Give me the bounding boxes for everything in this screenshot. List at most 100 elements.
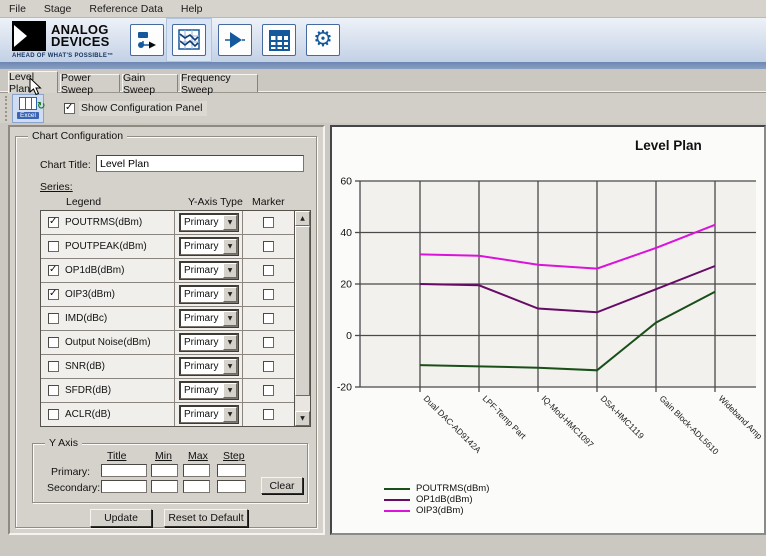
chart-title-input[interactable] bbox=[96, 155, 304, 172]
stage-diagram-icon[interactable] bbox=[130, 24, 164, 56]
chevron-down-icon[interactable]: ▼ bbox=[223, 239, 237, 254]
main-toolbar: ANALOG DEVICES AHEAD OF WHAT'S POSSIBLE™ bbox=[0, 18, 766, 62]
chevron-down-icon[interactable]: ▼ bbox=[223, 335, 237, 350]
y-axis-type-dropdown[interactable]: Primary▼ bbox=[180, 310, 238, 327]
chevron-down-icon[interactable]: ▼ bbox=[223, 287, 237, 302]
series-label: ACLR(dB) bbox=[65, 409, 111, 420]
scroll-down-arrow-icon[interactable]: ▼ bbox=[295, 411, 310, 426]
marker-checkbox[interactable] bbox=[263, 289, 274, 300]
marker-checkbox[interactable] bbox=[263, 313, 274, 324]
tab-label: Power Sweep bbox=[61, 72, 119, 96]
toolbar-grip-handle[interactable] bbox=[5, 96, 8, 121]
update-button-label: Update bbox=[104, 512, 138, 524]
y-axis-type-value: Primary bbox=[184, 217, 218, 228]
y-axis-type-value: Primary bbox=[184, 289, 218, 300]
svg-text:Gain Block-ADL5610: Gain Block-ADL5610 bbox=[658, 393, 721, 456]
marker-checkbox[interactable] bbox=[263, 337, 274, 348]
series-enabled-checkbox[interactable] bbox=[48, 361, 59, 372]
tab-frequency-sweep[interactable]: Frequency Sweep bbox=[180, 74, 258, 92]
series-row: SFDR(dB)Primary▼ bbox=[41, 379, 294, 403]
y-axis-type-dropdown[interactable]: Primary ▼ bbox=[180, 286, 238, 303]
series-enabled-checkbox[interactable] bbox=[48, 337, 59, 348]
show-configuration-checkbox[interactable] bbox=[64, 103, 75, 114]
clear-button[interactable]: Clear bbox=[261, 477, 303, 494]
scrollbar-thumb[interactable] bbox=[295, 226, 310, 396]
update-button[interactable]: Update bbox=[90, 509, 152, 527]
export-to-excel-button[interactable]: ↻ Excel bbox=[12, 94, 44, 123]
reset-to-default-button[interactable]: Reset to Default bbox=[164, 509, 248, 527]
marker-checkbox[interactable] bbox=[263, 265, 274, 276]
series-row: ACLR(dB) Primary▼ bbox=[41, 403, 294, 427]
series-row: SNR(dB)Primary▼ bbox=[41, 355, 294, 379]
series-label: Output Noise(dBm) bbox=[65, 337, 151, 348]
tab-label: Gain Sweep bbox=[123, 72, 177, 96]
series-row: POUTPEAK(dBm)Primary▼ bbox=[41, 235, 294, 259]
tab-label: Frequency Sweep bbox=[181, 72, 257, 96]
chevron-down-icon[interactable]: ▼ bbox=[223, 263, 237, 278]
primary-title-input[interactable] bbox=[101, 464, 147, 477]
scroll-up-arrow-icon[interactable]: ▲ bbox=[295, 211, 310, 226]
series-enabled-checkbox[interactable] bbox=[48, 385, 59, 396]
chart-icon[interactable] bbox=[172, 24, 206, 56]
primary-step-input[interactable] bbox=[217, 464, 246, 477]
excel-spreadsheet-icon bbox=[19, 97, 37, 110]
y-axis-col-step: Step bbox=[223, 450, 245, 462]
settings-gear-icon[interactable]: ⚙ bbox=[306, 24, 340, 56]
secondary-min-input[interactable] bbox=[151, 480, 178, 493]
series-table-scrollbar[interactable]: ▲ ▼ bbox=[295, 210, 311, 427]
series-label: POUTRMS(dBm) bbox=[65, 217, 142, 228]
y-axis-type-value: Primary bbox=[184, 361, 218, 372]
secondary-step-input[interactable] bbox=[217, 480, 246, 493]
series-table: POUTRMS(dBm)Primary▼POUTPEAK(dBm)Primary… bbox=[40, 210, 295, 427]
series-enabled-checkbox[interactable] bbox=[48, 217, 59, 228]
excel-button-label: Excel bbox=[17, 112, 39, 119]
y-axis-type-dropdown[interactable]: Primary ▼ bbox=[180, 214, 238, 231]
adi-triangle-logo-icon bbox=[12, 21, 46, 51]
series-section-label: Series: bbox=[40, 181, 73, 193]
series-enabled-checkbox[interactable] bbox=[48, 313, 59, 324]
tab-gain-sweep[interactable]: Gain Sweep bbox=[122, 74, 178, 92]
amplifier-icon[interactable] bbox=[218, 24, 252, 56]
series-enabled-checkbox[interactable] bbox=[48, 289, 59, 300]
y-axis-type-dropdown[interactable]: Primary▼ bbox=[180, 406, 238, 423]
menu-stage[interactable]: Stage bbox=[35, 1, 80, 17]
menu-file[interactable]: File bbox=[0, 1, 35, 17]
svg-text:LPF-Temp Part: LPF-Temp Part bbox=[481, 393, 529, 441]
marker-checkbox[interactable] bbox=[263, 241, 274, 252]
series-enabled-checkbox[interactable] bbox=[48, 409, 59, 420]
marker-checkbox[interactable] bbox=[263, 361, 274, 372]
chevron-down-icon[interactable]: ▼ bbox=[223, 383, 237, 398]
primary-max-input[interactable] bbox=[183, 464, 210, 477]
level-plan-chart: -200204060Dual DAC-AD9142ALPF-Temp PartI… bbox=[332, 127, 764, 533]
column-header-y-axis-type: Y-Axis Type bbox=[188, 196, 243, 208]
y-axis-type-value: Primary bbox=[184, 385, 218, 396]
marker-checkbox[interactable] bbox=[263, 385, 274, 396]
primary-min-input[interactable] bbox=[151, 464, 178, 477]
table-icon[interactable] bbox=[262, 24, 296, 56]
y-axis-type-dropdown[interactable]: Primary▼ bbox=[180, 334, 238, 351]
mouse-cursor bbox=[29, 77, 42, 96]
secondary-max-input[interactable] bbox=[183, 480, 210, 493]
y-axis-type-dropdown[interactable]: Primary ▼ bbox=[180, 382, 238, 399]
y-axis-type-dropdown[interactable]: Primary ▼ bbox=[180, 358, 238, 375]
tab-power-sweep[interactable]: Power Sweep bbox=[60, 74, 120, 92]
legend-line-swatch bbox=[384, 488, 410, 490]
series-enabled-checkbox[interactable] bbox=[48, 265, 59, 276]
marker-checkbox[interactable] bbox=[263, 217, 274, 228]
svg-text:20: 20 bbox=[340, 279, 352, 291]
series-enabled-checkbox[interactable] bbox=[48, 241, 59, 252]
menu-help[interactable]: Help bbox=[172, 1, 212, 17]
excel-refresh-arrow-icon: ↻ bbox=[37, 101, 45, 112]
legend-label: POUTRMS(dBm) bbox=[416, 483, 489, 494]
secondary-title-input[interactable] bbox=[101, 480, 147, 493]
marker-checkbox[interactable] bbox=[263, 409, 274, 420]
chevron-down-icon[interactable]: ▼ bbox=[223, 311, 237, 326]
y-axis-type-dropdown[interactable]: Primary▼ bbox=[180, 238, 238, 255]
chevron-down-icon[interactable]: ▼ bbox=[223, 359, 237, 374]
chevron-down-icon[interactable]: ▼ bbox=[223, 407, 237, 422]
svg-text:Wideband Amp: Wideband Amp bbox=[717, 393, 764, 441]
y-axis-type-dropdown[interactable]: Primary▼ bbox=[180, 262, 238, 279]
series-row: OP1dB(dBm)Primary▼ bbox=[41, 259, 294, 283]
chevron-down-icon[interactable]: ▼ bbox=[223, 215, 237, 230]
menu-reference-data[interactable]: Reference Data bbox=[80, 1, 172, 17]
